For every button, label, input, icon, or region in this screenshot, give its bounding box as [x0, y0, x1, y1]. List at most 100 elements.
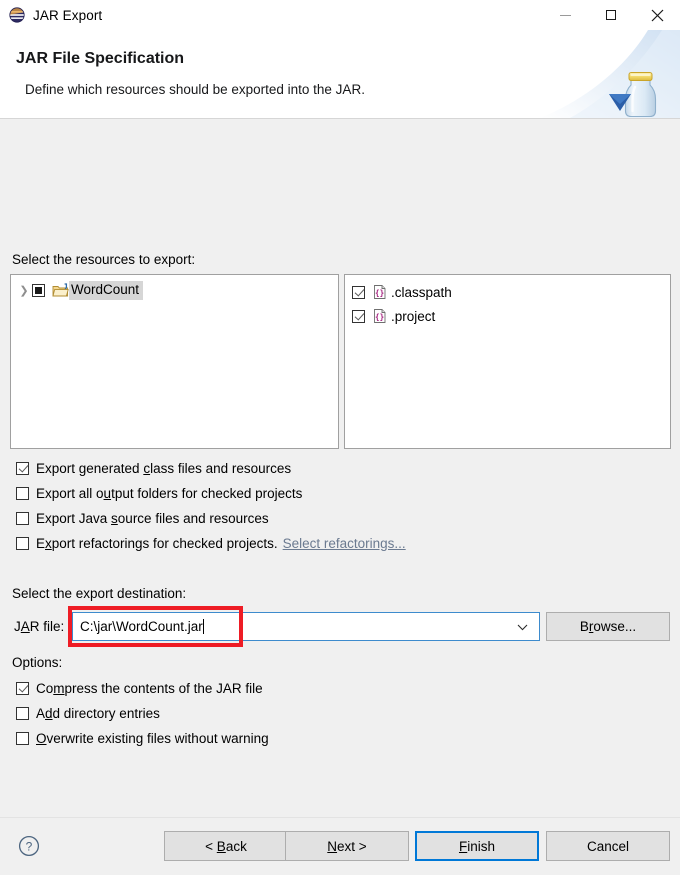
list-item[interactable]: {} .project [345, 304, 670, 328]
browse-button[interactable]: Browse... [546, 612, 670, 641]
minimize-icon [560, 15, 571, 16]
window-controls [542, 0, 680, 30]
label-part: < [205, 839, 217, 854]
label-mnemonic: s [111, 511, 118, 526]
svg-text:{}: {} [375, 289, 384, 298]
back-button[interactable]: < Back [164, 831, 288, 861]
label-part: ext > [337, 839, 367, 854]
resource-tree-panel[interactable]: ❯ WordCount [10, 274, 339, 449]
checkbox-label: Export all output folders for checked pr… [36, 486, 302, 501]
file-label[interactable]: .classpath [391, 285, 452, 300]
help-question-icon[interactable]: ? [18, 835, 40, 857]
window-title: JAR Export [33, 8, 102, 23]
checkbox-label: Compress the contents of the JAR file [36, 681, 263, 696]
label-part: ack [226, 839, 247, 854]
checkbox-box[interactable] [16, 537, 29, 550]
footer-separator [0, 817, 680, 818]
xml-file-icon: {} [372, 284, 388, 300]
options-label-text: Options: [12, 655, 62, 670]
close-icon [651, 9, 664, 22]
tree-row[interactable]: ❯ WordCount [11, 280, 338, 301]
label-part: d directory entries [53, 706, 160, 721]
checkbox-export-generated-class-files[interactable]: Export generated class files and resourc… [16, 458, 291, 478]
checkbox-label: Overwrite existing files without warning [36, 731, 269, 746]
tree-item-label[interactable]: WordCount [69, 281, 143, 300]
checkbox-box[interactable] [16, 732, 29, 745]
label-mnemonic: O [36, 731, 47, 746]
back-button-label: < Back [205, 839, 247, 854]
minimize-button[interactable] [542, 0, 588, 30]
options-label: Options: [12, 655, 62, 670]
resources-label: Select the resources to export: [12, 252, 195, 267]
page-title: JAR File Specification [16, 50, 184, 68]
checkbox-add-directory-entries[interactable]: Add directory entries [16, 703, 160, 723]
close-button[interactable] [634, 0, 680, 30]
checkbox-label: Export Java source files and resources [36, 511, 269, 526]
dialog-header: JAR File Specification Define which reso… [0, 30, 680, 119]
checkbox-box[interactable] [16, 462, 29, 475]
page-subtitle: Define which resources should be exporte… [25, 82, 365, 97]
label-mnemonic: m [53, 681, 64, 696]
list-item[interactable]: {} .classpath [345, 280, 670, 304]
label-part: tput folders for checked projects [111, 486, 302, 501]
checkbox-label: Export refactorings for checked projects… [36, 536, 278, 551]
tree-item-checkbox[interactable] [32, 284, 45, 297]
label-part: port refactorings for checked projects. [52, 536, 278, 551]
label-mnemonic: F [459, 839, 467, 854]
next-button-label: Next > [327, 839, 366, 854]
label-part: press the contents of the JAR file [65, 681, 263, 696]
label-part: B [580, 619, 589, 634]
svg-text:{}: {} [375, 313, 384, 322]
label-part: R file: [30, 619, 65, 634]
label-part: lass files and resources [150, 461, 291, 476]
destination-label-text: Select the export destination: [12, 586, 186, 601]
java-project-folder-icon [52, 283, 69, 298]
svg-text:?: ? [26, 839, 33, 853]
maximize-icon [606, 10, 616, 20]
cancel-button-label: Cancel [587, 839, 629, 854]
label-mnemonic: N [327, 839, 337, 854]
checkbox-compress-contents[interactable]: Compress the contents of the JAR file [16, 678, 263, 698]
jar-file-input[interactable]: C:\jar\WordCount.jar [80, 619, 203, 634]
resource-file-list-panel[interactable]: {} .classpath {} .project [344, 274, 671, 449]
label-part: inish [467, 839, 495, 854]
checkbox-export-all-output-folders[interactable]: Export all output folders for checked pr… [16, 483, 302, 503]
checkbox-box[interactable] [16, 487, 29, 500]
checkbox-box[interactable] [16, 512, 29, 525]
resources-label-text: Select the resources to export: [12, 252, 195, 267]
label-part: Export generated [36, 461, 143, 476]
dialog-body: Select the resources to export: ❯ WordCo… [0, 119, 680, 875]
label-mnemonic: B [217, 839, 226, 854]
jar-file-combo[interactable]: C:\jar\WordCount.jar [72, 612, 540, 641]
label-part: ource files and resources [118, 511, 269, 526]
label-mnemonic: d [45, 706, 53, 721]
browse-button-label: Browse... [580, 619, 636, 634]
file-checkbox[interactable] [352, 286, 365, 299]
label-part: owse... [593, 619, 636, 634]
finish-button[interactable]: Finish [415, 831, 539, 861]
maximize-button[interactable] [588, 0, 634, 30]
label-part: J [14, 619, 21, 634]
next-button[interactable]: Next > [285, 831, 409, 861]
select-refactorings-link[interactable]: Select refactorings... [283, 536, 406, 551]
eclipse-icon [9, 7, 25, 23]
label-part: A [36, 706, 45, 721]
cancel-button[interactable]: Cancel [546, 831, 670, 861]
checkbox-export-refactorings[interactable]: Export refactorings for checked projects… [16, 533, 406, 553]
chevron-down-icon[interactable] [517, 624, 528, 631]
checkbox-box[interactable] [16, 707, 29, 720]
xml-file-icon: {} [372, 308, 388, 324]
checkbox-overwrite-existing-files[interactable]: Overwrite existing files without warning [16, 728, 269, 748]
label-part: Export Java [36, 511, 111, 526]
checkbox-box[interactable] [16, 682, 29, 695]
chevron-right-icon[interactable]: ❯ [16, 284, 32, 297]
label-mnemonic: x [45, 536, 52, 551]
label-part: E [36, 536, 45, 551]
file-checkbox[interactable] [352, 310, 365, 323]
label-mnemonic: A [21, 619, 30, 634]
checkbox-export-java-source-files[interactable]: Export Java source files and resources [16, 508, 269, 528]
file-label[interactable]: .project [391, 309, 435, 324]
checkbox-label: Add directory entries [36, 706, 160, 721]
label-mnemonic: u [104, 486, 112, 501]
label-part: verwrite existing files without warning [47, 731, 269, 746]
